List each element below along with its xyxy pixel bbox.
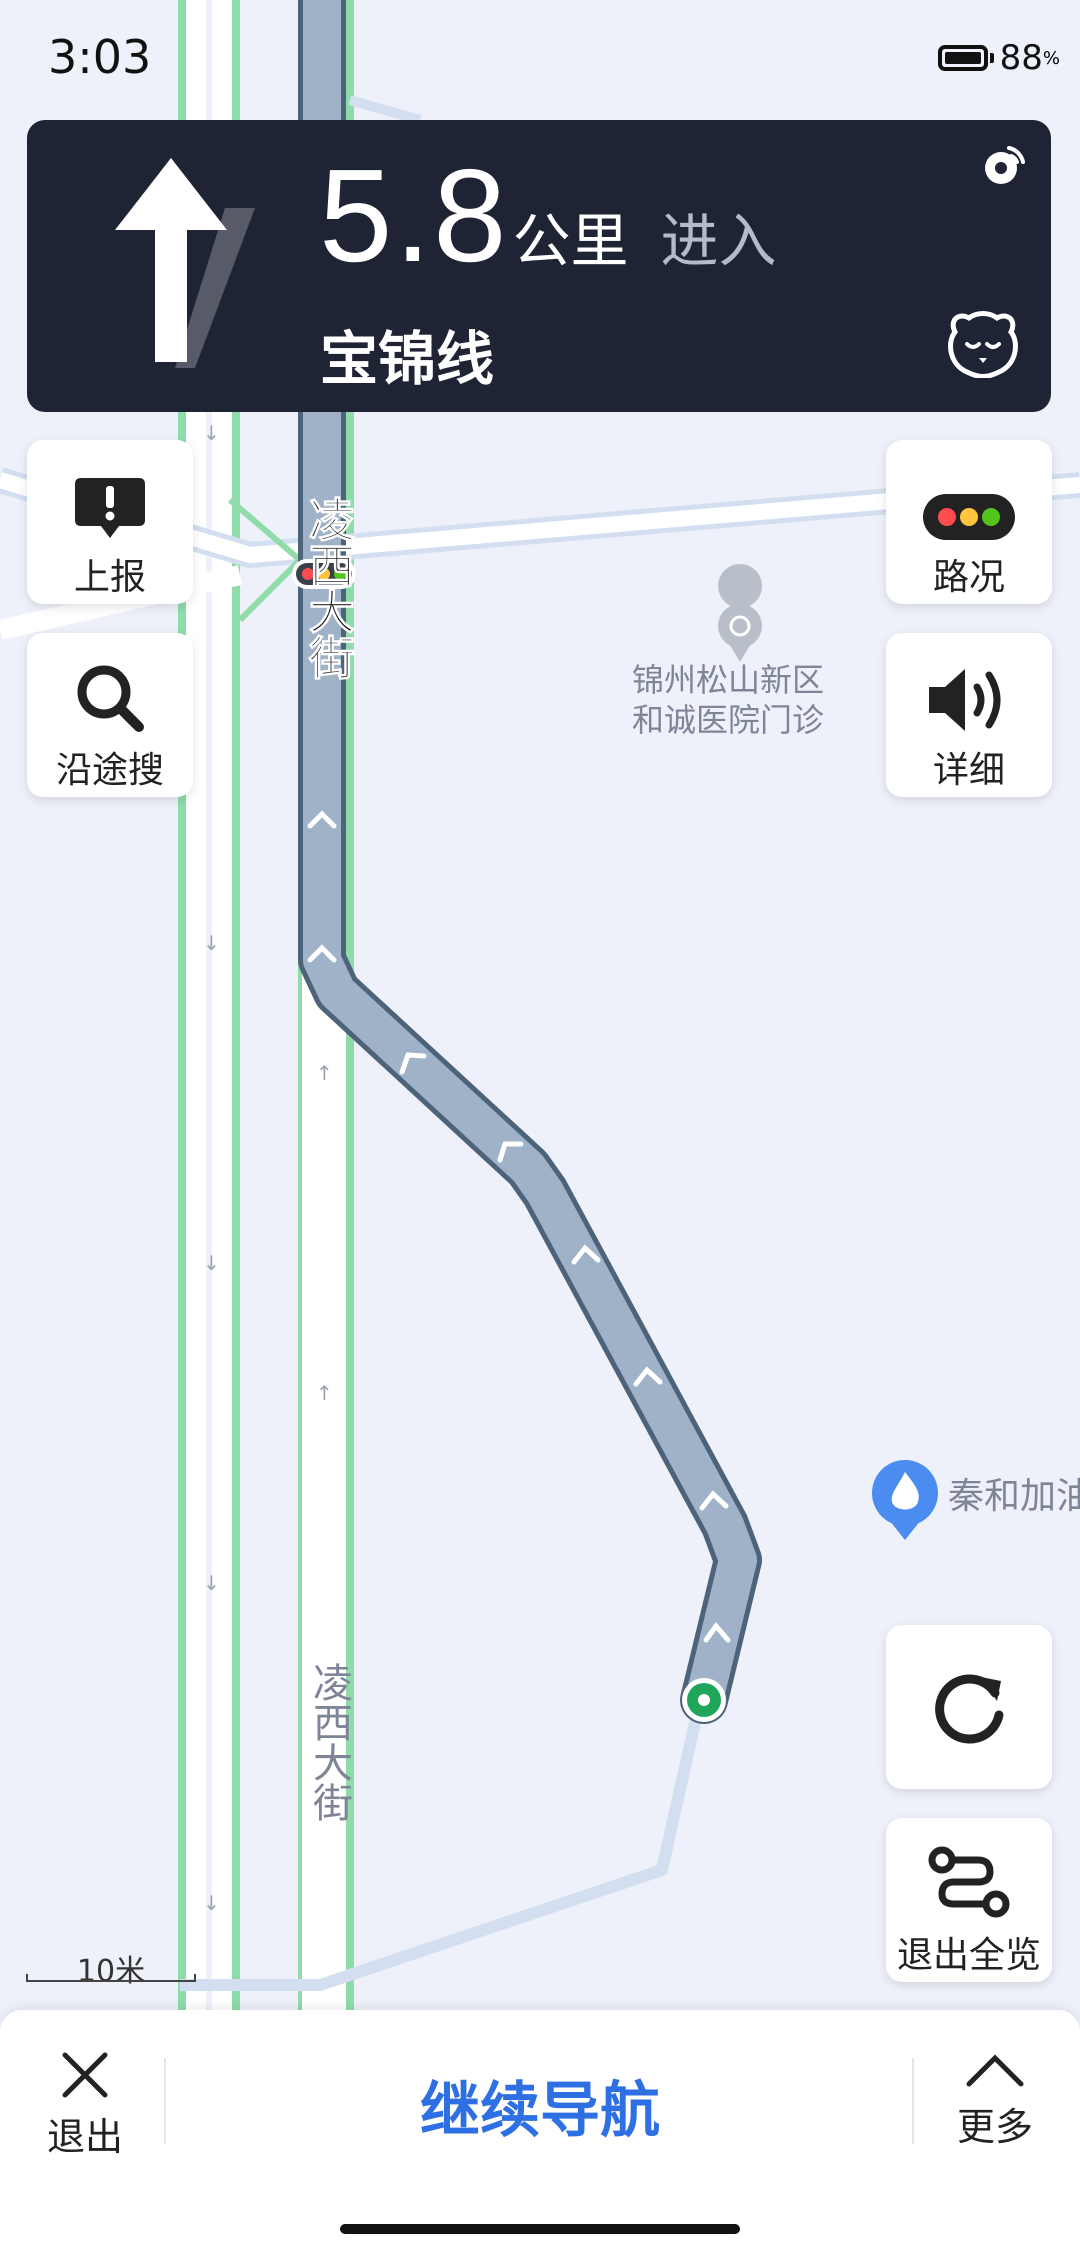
traffic-label: 路况 — [932, 557, 1005, 598]
distance-value: 5.8 — [319, 142, 509, 289]
svg-text:↓: ↓ — [203, 1891, 220, 1915]
detail-voice-button[interactable]: 详细 — [886, 633, 1052, 797]
search-along-route-label: 沿途搜 — [55, 750, 164, 791]
distance-unit: 公里 — [512, 207, 629, 275]
exit-navigation-button[interactable]: 退出 — [40, 2050, 130, 2161]
detail-label: 详细 — [932, 750, 1005, 791]
scale-bar — [26, 1974, 196, 1982]
scale-label: 10米 — [76, 1954, 146, 1989]
continue-navigation-button[interactable]: 继续导航 — [380, 2062, 700, 2149]
bottom-bar: 退出 继续导航 更多 — [0, 2010, 1080, 2248]
status-bar: 3:03 88 % — [0, 0, 1080, 120]
distance-row: 5.8 公里 进入 — [319, 150, 777, 282]
battery-unit: % — [1042, 47, 1060, 69]
svg-text:↓: ↓ — [203, 1251, 220, 1275]
chevron-up-icon — [966, 2054, 1024, 2087]
divider-right — [912, 2058, 914, 2144]
home-indicator[interactable] — [340, 2224, 740, 2234]
divider-left — [164, 2058, 166, 2144]
gas-station-poi-label[interactable]: 秦和加油站 — [948, 1474, 1080, 1519]
refresh-button[interactable] — [886, 1625, 1052, 1789]
search-along-route-button[interactable]: 沿途搜 — [27, 633, 193, 797]
more-button[interactable]: 更多 — [950, 2050, 1040, 2151]
status-time: 3:03 — [48, 30, 152, 84]
hospital-poi-line-2: 和诚医院门诊 — [632, 701, 825, 739]
svg-text:↑: ↑ — [316, 1381, 333, 1405]
next-road-name: 宝锦线 — [320, 325, 495, 393]
guidance-card[interactable]: 5.8 公里 进入 宝锦线 — [27, 120, 1051, 412]
svg-text:↑: ↑ — [316, 1061, 333, 1085]
road-label-lower: 凌西大街 — [306, 1662, 352, 1822]
traffic-light-icon — [923, 494, 1015, 540]
svg-text:↓: ↓ — [203, 1571, 220, 1595]
refresh-icon — [935, 1674, 1004, 1744]
search-icon — [77, 665, 144, 732]
route-overview-icon — [928, 1846, 1010, 1918]
hospital-poi-line-1: 锦州松山新区 — [632, 661, 825, 699]
traffic-button[interactable]: 路况 — [886, 440, 1052, 604]
svg-text:↓: ↓ — [203, 421, 220, 445]
exit-overview-label: 退出全览 — [896, 1935, 1041, 1976]
mascot-assistant-icon[interactable] — [943, 306, 1023, 378]
close-icon — [62, 2052, 108, 2098]
report-label: 上报 — [73, 557, 146, 598]
road-label-upper: 凌西大街 — [302, 496, 357, 681]
maneuver-action: 进入 — [660, 207, 777, 275]
more-label: 更多 — [956, 2105, 1033, 2149]
map-scale: 10米 — [26, 1946, 196, 1989]
speaker-icon — [929, 669, 1001, 731]
svg-text:↓: ↓ — [203, 931, 220, 955]
battery-level: 88 — [999, 38, 1043, 78]
hospital-poi-label[interactable]: 锦州松山新区 和诚医院门诊 — [632, 660, 824, 740]
report-button[interactable]: 上报 — [27, 440, 193, 604]
straight-arrow-icon — [115, 158, 255, 368]
report-exclamation-icon — [75, 478, 145, 538]
current-location-marker — [682, 1678, 726, 1722]
exit-overview-button[interactable]: 退出全览 — [886, 1818, 1052, 1982]
battery-icon — [937, 45, 988, 71]
exit-label: 退出 — [46, 2115, 123, 2159]
voice-broadcast-icon[interactable] — [979, 140, 1029, 190]
battery-indicator: 88 % — [937, 38, 1060, 78]
